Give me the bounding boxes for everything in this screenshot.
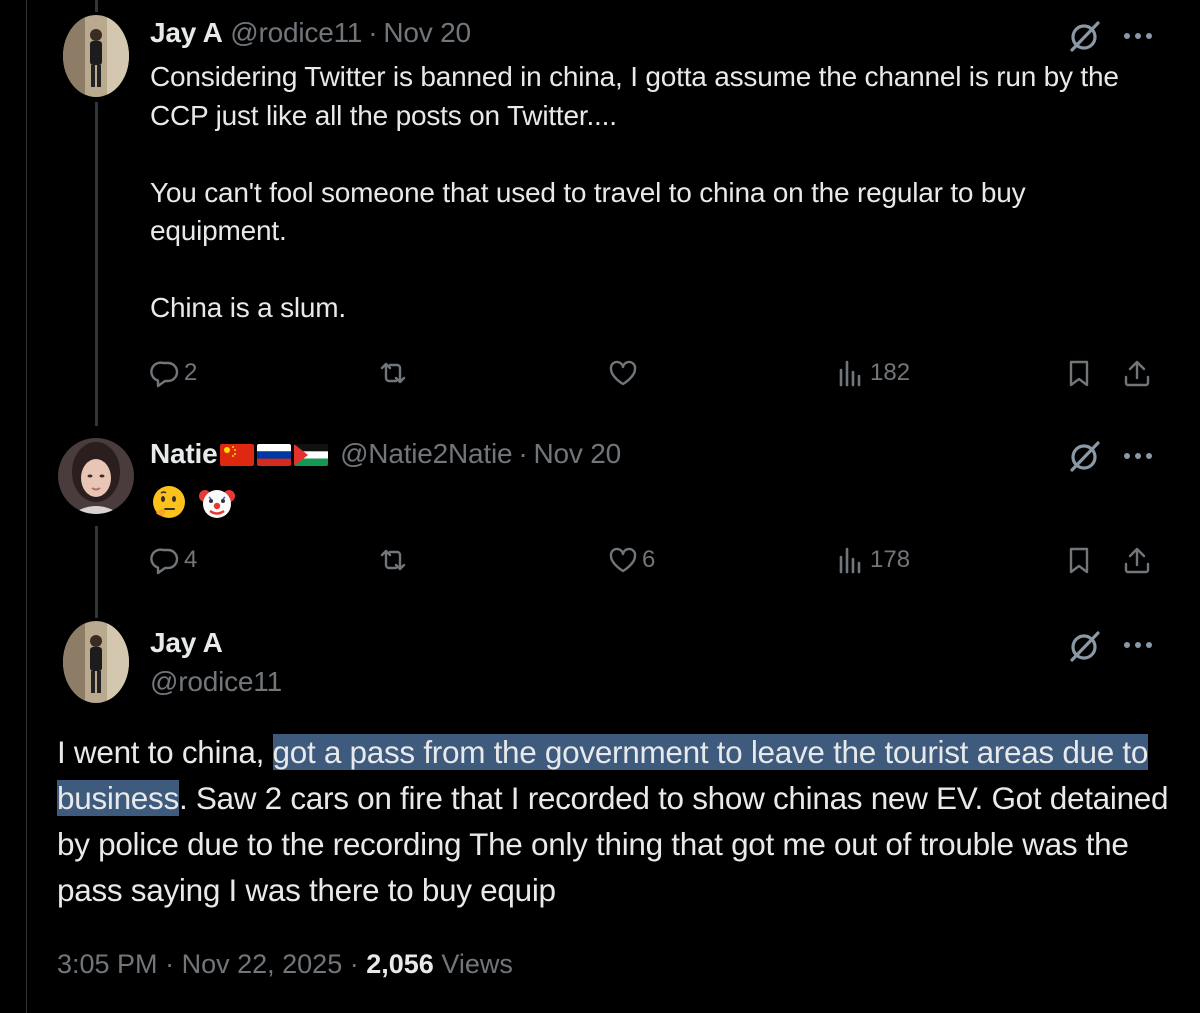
tweet-text: Considering Twitter is banned in china, … — [150, 58, 1160, 328]
avatar[interactable] — [58, 438, 134, 514]
user-handle[interactable]: @rodice11 — [150, 666, 282, 697]
share-icon — [1124, 360, 1150, 387]
repost-icon — [380, 362, 406, 384]
tweet-paragraph: You can't fool someone that used to trav… — [150, 176, 1026, 247]
clown-face-emoji-icon — [198, 483, 236, 521]
separator-dot: · — [165, 949, 175, 979]
heart-icon — [609, 547, 637, 573]
post-metadata: 3:05 PM · Nov 22, 2025 · 2,056 Views — [57, 946, 513, 982]
like-count: 6 — [642, 546, 656, 573]
more-options-icon[interactable] — [1121, 29, 1155, 43]
user-handle[interactable]: @rodice11 — [230, 17, 362, 48]
separator-dot: · — [518, 438, 528, 469]
separator-dot: · — [349, 949, 359, 979]
like-button[interactable]: 6 — [608, 540, 655, 580]
avatar[interactable] — [63, 621, 129, 703]
display-name[interactable]: Natie — [150, 438, 218, 469]
main-tweet-handle: @rodice11 — [150, 665, 282, 699]
repost-button[interactable] — [378, 540, 408, 580]
russia-flag-icon — [257, 444, 292, 466]
repost-button[interactable] — [378, 353, 408, 393]
bookmark-icon — [1069, 360, 1089, 387]
share-button[interactable] — [1122, 540, 1152, 580]
more-options-icon[interactable] — [1121, 638, 1155, 652]
reply-button[interactable]: 2 — [150, 353, 197, 393]
reply-count: 4 — [184, 546, 198, 573]
bookmark-button[interactable] — [1064, 353, 1094, 393]
reply-icon — [150, 548, 179, 575]
avatar[interactable] — [63, 15, 129, 97]
tweet-text — [150, 481, 1160, 521]
more-options-icon[interactable] — [1121, 449, 1155, 463]
views-count: 2,056 — [366, 949, 434, 979]
reply-icon — [150, 361, 179, 388]
thinking-face-emoji-icon — [150, 483, 188, 521]
view-count: 178 — [870, 546, 911, 573]
tweet-paragraph: China is a slum. — [150, 292, 346, 323]
heart-icon — [609, 360, 637, 386]
like-button[interactable] — [608, 353, 638, 393]
action-bar: 4 6 178 — [150, 540, 1160, 580]
tweet-text-segment: I went to china, — [57, 734, 273, 770]
display-name[interactable]: Jay A — [150, 17, 223, 48]
grok-icon[interactable] — [1067, 438, 1103, 474]
post-date[interactable]: Nov 22, 2025 — [182, 949, 343, 979]
main-tweet-text: I went to china, got a pass from the gov… — [57, 729, 1172, 913]
separator-dot: · — [368, 17, 378, 48]
repost-icon — [380, 549, 406, 571]
main-tweet-name: Jay A — [150, 626, 223, 660]
tweet-header: Natie @Natie2Natie · Nov 20 — [150, 437, 621, 471]
tweet-header: Jay A @rodice11 · Nov 20 — [150, 16, 471, 50]
view-count: 182 — [870, 359, 911, 386]
grok-icon[interactable] — [1067, 628, 1103, 664]
post-date[interactable]: Nov 20 — [383, 17, 471, 48]
thread-line — [95, 102, 98, 426]
bookmark-button[interactable] — [1064, 540, 1094, 580]
action-bar: 2 182 — [150, 353, 1160, 393]
thread-line — [95, 526, 98, 618]
china-flag-icon — [220, 444, 255, 466]
views-button[interactable]: 178 — [836, 540, 910, 580]
reply-button[interactable]: 4 — [150, 540, 197, 580]
analytics-icon — [839, 360, 861, 387]
reply-count: 2 — [184, 359, 198, 386]
tweet-paragraph: Considering Twitter is banned in china, … — [150, 61, 1119, 131]
analytics-icon — [839, 547, 861, 574]
share-button[interactable] — [1122, 353, 1152, 393]
share-icon — [1124, 547, 1150, 574]
views-button[interactable]: 182 — [836, 353, 910, 393]
bookmark-icon — [1069, 547, 1089, 574]
display-name[interactable]: Jay A — [150, 627, 223, 658]
views-label: Views — [441, 949, 513, 979]
thread-line — [95, 0, 98, 12]
palestine-flag-icon — [294, 444, 329, 466]
user-handle[interactable]: @Natie2Natie — [340, 438, 513, 469]
grok-icon[interactable] — [1067, 18, 1103, 54]
post-time[interactable]: 3:05 PM — [57, 949, 158, 979]
tweet-text-segment: . Saw 2 cars on fire that I recorded to … — [57, 780, 1169, 908]
post-date[interactable]: Nov 20 — [534, 438, 622, 469]
